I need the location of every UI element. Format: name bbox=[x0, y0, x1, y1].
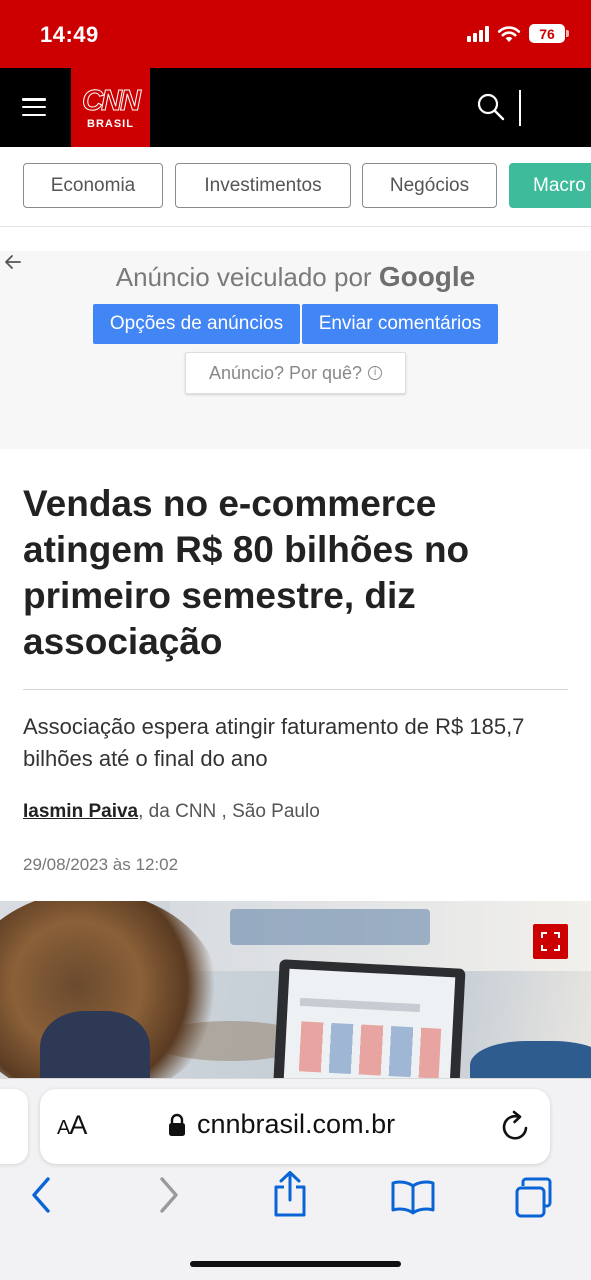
ad-title: Anúncio veiculado por Google bbox=[0, 261, 591, 293]
ad-options-button[interactable]: Opções de anúncios bbox=[93, 304, 300, 344]
expand-image-button[interactable] bbox=[533, 924, 568, 959]
search-icon[interactable] bbox=[476, 92, 506, 122]
logo-cnn-text: CNN bbox=[82, 84, 142, 117]
url-text[interactable]: cnnbrasil.com.br bbox=[197, 1109, 395, 1140]
status-bar: 14:49 76 bbox=[0, 0, 591, 68]
fullscreen-icon bbox=[541, 932, 560, 951]
byline-location: , da CNN , São Paulo bbox=[138, 801, 320, 822]
ad-why-label: Anúncio? Por quê? bbox=[208, 362, 363, 383]
headline-divider bbox=[23, 689, 568, 690]
home-indicator bbox=[190, 1261, 401, 1267]
ad-title-prefix: Anúncio veiculado por bbox=[115, 262, 372, 292]
status-time: 14:49 bbox=[40, 22, 99, 47]
category-nav: Economia Investimentos Negócios Macro bbox=[0, 147, 591, 227]
tabs-icon[interactable] bbox=[514, 1177, 558, 1219]
reload-icon[interactable] bbox=[501, 1110, 531, 1142]
header-divider bbox=[519, 90, 521, 126]
lock-icon bbox=[169, 1113, 185, 1136]
ad-feedback-button[interactable]: Enviar comentários bbox=[302, 304, 498, 344]
site-header: CNN BRASIL bbox=[0, 68, 591, 147]
previous-tab-edge[interactable] bbox=[0, 1089, 28, 1164]
screen: 14:49 76 CNN BRASIL Economia Investiment… bbox=[0, 0, 591, 1280]
article-date: 29/08/2023 às 12:02 bbox=[23, 855, 179, 874]
category-economia[interactable]: Economia bbox=[23, 163, 163, 208]
logo-brasil-text: BRASIL bbox=[87, 117, 134, 130]
aa-large: A bbox=[69, 1110, 87, 1140]
article-headline: Vendas no e-commerce atingem R$ 80 bilhõ… bbox=[23, 483, 470, 662]
aa-small: A bbox=[57, 1117, 70, 1139]
bookmarks-icon[interactable] bbox=[390, 1179, 436, 1215]
article-subtitle: Associação espera atingir faturamento de… bbox=[23, 714, 525, 771]
info-icon: i bbox=[368, 366, 383, 380]
article-byline: Iasmin Paiva, da CNN , São Paulo bbox=[23, 801, 320, 823]
battery-indicator: 76 bbox=[529, 24, 569, 43]
author-link[interactable]: Iasmin Paiva bbox=[23, 801, 138, 822]
cnn-brasil-logo[interactable]: CNN BRASIL bbox=[71, 68, 150, 147]
ad-why-button[interactable]: Anúncio? Por quê? i bbox=[185, 352, 406, 394]
category-macro[interactable]: Macro bbox=[509, 163, 591, 208]
status-icons: 76 bbox=[467, 24, 569, 43]
google-logo-text: Google bbox=[378, 261, 476, 292]
cellular-signal-icon bbox=[467, 25, 489, 42]
category-investimentos[interactable]: Investimentos bbox=[175, 163, 351, 208]
ad-container: Anúncio veiculado por Google Opções de a… bbox=[0, 251, 591, 449]
category-negocios[interactable]: Negócios bbox=[362, 163, 497, 208]
article-hero-image[interactable] bbox=[0, 901, 591, 1086]
back-icon[interactable] bbox=[28, 1175, 54, 1215]
page-settings-button[interactable]: AA bbox=[57, 1110, 87, 1141]
menu-icon[interactable] bbox=[22, 98, 46, 116]
forward-icon[interactable] bbox=[156, 1175, 182, 1215]
wifi-icon bbox=[497, 25, 521, 42]
share-icon[interactable] bbox=[271, 1170, 309, 1218]
